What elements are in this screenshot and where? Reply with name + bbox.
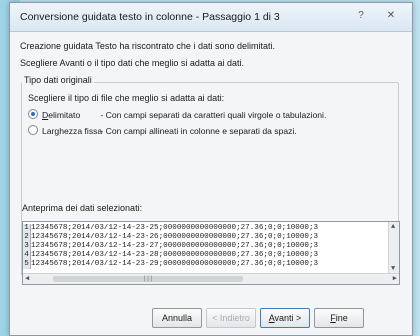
title-bar: Conversione guidata testo in colonne - P… [10,3,412,32]
scroll-up-icon[interactable]: ▲ [391,223,395,231]
data-preview[interactable]: 1 12345678;2014/03/12-14-23-25;0000000000… [22,221,400,285]
row-text: 12345678;2014/03/12-14-23-28;00000000000… [31,251,319,259]
next-button[interactable]: Avanti > [260,308,310,328]
preview-row: 5 12345678;2014/03/12-14-23-29;0000000000… [23,260,385,269]
radio-selected-icon[interactable] [28,109,38,119]
scroll-right-icon[interactable]: ▶ [393,275,397,283]
scroll-down-icon[interactable]: ▼ [391,265,395,273]
radio-unselected-icon[interactable] [28,125,38,135]
fixed-width-label-start: Lar [42,126,55,136]
scroll-left-icon[interactable]: ◀ [25,275,29,283]
row-number: 2 [23,233,31,242]
radio-fixed-width[interactable]: Larghezza fissa - Con campi allineati in… [28,125,297,136]
dialog-title: Conversione guidata testo in colonne - P… [20,11,280,23]
row-text: 12345678;2014/03/12-14-23-25;00000000000… [31,224,319,232]
cancel-button[interactable]: Annulla [152,308,202,328]
row-number: 5 [23,260,31,269]
help-button[interactable]: ? [350,8,372,24]
next-label: vanti > [274,313,302,323]
horizontal-scroll-thumb[interactable]: ||| [53,276,243,282]
delimited-description: - Con campi separati da caratteri quali … [100,110,327,120]
vertical-scrollbar[interactable]: ▲ ▼ [388,222,399,274]
intro-line-2: Scegliere Avanti o il tipo dati che megl… [20,58,244,68]
row-number: 4 [23,251,31,260]
horizontal-scrollbar[interactable]: ◀ ||| ▶ [23,273,399,284]
preview-row: 2 12345678;2014/03/12-14-23-26;0000000000… [23,233,385,242]
row-text: 12345678;2014/03/12-14-23-29;00000000000… [31,260,319,268]
file-type-prompt: Scegliere il tipo di file che meglio si … [28,93,225,103]
group-title: Tipo dati originali [22,75,94,85]
fixed-width-label-end: hezza fissa [59,126,103,136]
text-to-columns-dialog: Conversione guidata testo in colonne - P… [9,2,413,336]
delimited-label: elimitato [48,110,81,120]
close-icon[interactable]: ✕ [380,8,402,24]
row-text: 12345678;2014/03/12-14-23-26;00000000000… [31,233,319,241]
back-button[interactable]: < Indietro [206,308,256,328]
preview-row: 4 12345678;2014/03/12-14-23-28;0000000000… [23,251,385,260]
preview-label: Anteprima dei dati selezionati: [22,203,143,213]
preview-row: 3 12345678;2014/03/12-14-23-27;0000000000… [23,242,385,251]
row-number: 1 [23,224,31,233]
finish-button[interactable]: Fine [314,308,364,328]
intro-line-1: Creazione guidata Testo ha riscontrato c… [20,41,275,51]
fixed-width-description: - Con campi allineati in colonne e separ… [100,126,297,136]
row-number: 3 [23,242,31,251]
finish-label: ine [335,313,348,323]
row-text: 12345678;2014/03/12-14-23-27;00000000000… [31,242,319,250]
radio-delimited[interactable]: Delimitato - Con campi separati da carat… [28,109,326,120]
preview-row: 1 12345678;2014/03/12-14-23-25;0000000000… [23,224,385,233]
